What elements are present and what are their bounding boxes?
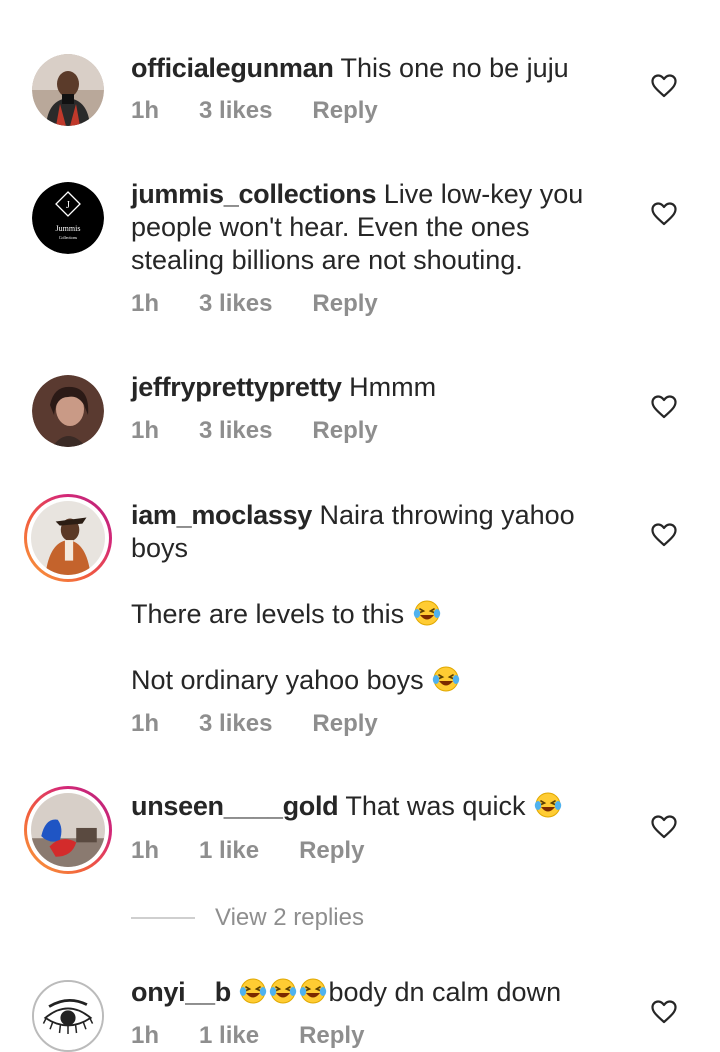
comment-username[interactable]: onyi__b bbox=[131, 977, 231, 1007]
comment-meta: 1h 1 like Reply bbox=[131, 837, 404, 865]
avatar[interactable] bbox=[24, 786, 112, 874]
avatar[interactable] bbox=[24, 494, 112, 582]
divider bbox=[131, 917, 195, 919]
face-with-tears-of-joy-emoji bbox=[298, 977, 328, 1005]
reply-button[interactable]: Reply bbox=[299, 1022, 364, 1050]
heart-outline-icon[interactable] bbox=[651, 815, 677, 839]
comment-time: 1h bbox=[131, 710, 160, 737]
face-with-tears-of-joy-emoji bbox=[412, 599, 442, 627]
likes-count[interactable]: 3 likes bbox=[199, 417, 272, 445]
comment-username[interactable]: jeffryprettypretty bbox=[131, 372, 342, 402]
heart-outline-icon[interactable] bbox=[651, 74, 677, 98]
reply-button[interactable]: Reply bbox=[299, 837, 364, 865]
avatar[interactable] bbox=[32, 375, 104, 447]
face-with-tears-of-joy-emoji bbox=[533, 791, 563, 819]
reply-button[interactable]: Reply bbox=[312, 417, 377, 445]
view-replies-label[interactable]: View 2 replies bbox=[215, 904, 364, 932]
comment-time: 1h bbox=[131, 1022, 160, 1049]
comment-time: 1h bbox=[131, 290, 160, 317]
heart-outline-icon[interactable] bbox=[651, 202, 677, 226]
comment-meta: 1h 1 like Reply bbox=[131, 1022, 404, 1050]
heart-outline-icon[interactable] bbox=[651, 395, 677, 419]
comment-username[interactable]: officialegunman bbox=[131, 53, 334, 83]
likes-count[interactable]: 1 like bbox=[199, 837, 259, 865]
comment-username[interactable]: jummis_collections bbox=[131, 179, 376, 209]
view-replies-button[interactable]: View 2 replies bbox=[131, 904, 364, 932]
comment-text: There are levels to this bbox=[131, 598, 601, 631]
avatar[interactable]: J Jummis Collections bbox=[32, 182, 104, 254]
likes-count[interactable]: 3 likes bbox=[199, 97, 272, 125]
reply-button[interactable]: Reply bbox=[312, 97, 377, 125]
heart-outline-icon[interactable] bbox=[651, 523, 677, 547]
comment-username[interactable]: iam_moclassy bbox=[131, 500, 312, 530]
likes-count[interactable]: 1 like bbox=[199, 1022, 259, 1050]
comment-text: Hmmm bbox=[349, 372, 437, 402]
face-with-tears-of-joy-emoji bbox=[238, 977, 268, 1005]
comment-time: 1h bbox=[131, 417, 160, 444]
likes-count[interactable]: 3 likes bbox=[199, 290, 272, 318]
likes-count[interactable]: 3 likes bbox=[199, 710, 272, 738]
face-with-tears-of-joy-emoji bbox=[268, 977, 298, 1005]
comment-text: That was quick bbox=[345, 791, 526, 821]
reply-button[interactable]: Reply bbox=[312, 710, 377, 738]
svg-text:Jummis: Jummis bbox=[56, 224, 81, 233]
comment-time: 1h bbox=[131, 837, 160, 864]
comment-text: This one no be juju bbox=[340, 53, 569, 83]
comment-text: Not ordinary yahoo boys bbox=[131, 664, 601, 697]
comment-meta: 1h 3 likes Reply bbox=[131, 417, 418, 445]
heart-outline-icon[interactable] bbox=[651, 1000, 677, 1024]
svg-text:Collections: Collections bbox=[59, 235, 78, 240]
comment-meta: 1h 3 likes Reply bbox=[131, 290, 418, 318]
avatar-logo-letter: J bbox=[66, 200, 70, 211]
avatar[interactable] bbox=[32, 980, 104, 1052]
avatar[interactable] bbox=[32, 54, 104, 126]
comment-username[interactable]: unseen____gold bbox=[131, 791, 339, 821]
comment-time: 1h bbox=[131, 97, 160, 124]
face-with-tears-of-joy-emoji bbox=[431, 665, 461, 693]
comment-meta: 1h 3 likes Reply bbox=[131, 710, 418, 738]
comment-meta: 1h 3 likes Reply bbox=[131, 97, 418, 125]
reply-button[interactable]: Reply bbox=[312, 290, 377, 318]
comment-text: body dn calm down bbox=[328, 977, 562, 1007]
